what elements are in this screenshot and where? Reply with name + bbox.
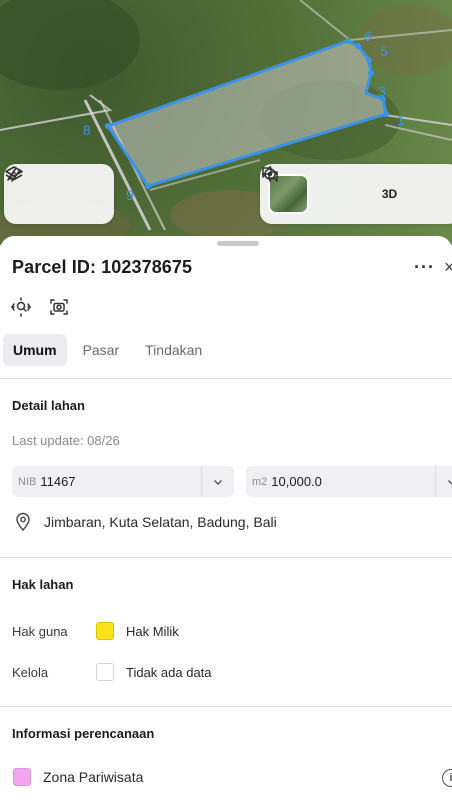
vertex-label-6: 6 bbox=[364, 28, 372, 44]
kelola-value: Tidak ada data bbox=[126, 665, 212, 680]
divider bbox=[0, 706, 452, 707]
hak-guna-swatch bbox=[96, 622, 114, 640]
measure-button[interactable] bbox=[7, 167, 103, 214]
nib-value: 11467 bbox=[40, 474, 76, 489]
zoom-to-parcel-icon bbox=[11, 297, 31, 317]
area-value: 10,000.0 bbox=[271, 474, 322, 489]
location-row: Jimbaran, Kuta Selatan, Badung, Bali bbox=[14, 512, 277, 532]
sheet-drag-handle[interactable] bbox=[217, 241, 259, 246]
chevron-down-icon bbox=[448, 479, 452, 485]
detail-lahan-heading: Detail lahan bbox=[12, 398, 85, 413]
tab-pasar[interactable]: Pasar bbox=[73, 334, 130, 366]
zoom-to-parcel-button[interactable] bbox=[10, 296, 32, 318]
compare-button[interactable] bbox=[262, 167, 452, 214]
vertex-label-5: 5 bbox=[380, 43, 388, 59]
zone-info-button[interactable]: i bbox=[442, 769, 452, 787]
camera-icon bbox=[50, 299, 68, 315]
hak-lahan-heading: Hak lahan bbox=[12, 577, 74, 592]
hak-guna-label: Hak guna bbox=[12, 624, 68, 639]
map-tools-left bbox=[4, 164, 114, 224]
parcel-title: Parcel ID: 102378675 bbox=[12, 257, 193, 277]
chevron-down-icon bbox=[214, 479, 222, 485]
vertex-label-9: 9 bbox=[126, 187, 134, 203]
screenshot-button[interactable] bbox=[48, 296, 70, 318]
vertex-label-3: 3 bbox=[378, 83, 386, 99]
location-text: Jimbaran, Kuta Selatan, Badung, Bali bbox=[44, 514, 277, 530]
zone-label: Zona Pariwisata bbox=[43, 769, 144, 785]
last-update-text: Last update: 08/26 bbox=[12, 433, 120, 448]
compare-icon bbox=[262, 167, 278, 182]
tab-tindakan[interactable]: Tindakan bbox=[135, 334, 212, 366]
divider bbox=[0, 557, 452, 558]
parcel-map[interactable]: 1 3 5 6 8 9 3D bbox=[0, 0, 452, 245]
nib-select[interactable]: NIB 11467 bbox=[12, 466, 234, 497]
3d-toggle-button[interactable]: 3D bbox=[370, 174, 409, 214]
vertex-label-8: 8 bbox=[83, 122, 91, 138]
tab-umum[interactable]: Umum bbox=[3, 334, 67, 366]
parcel-detail-sheet: Parcel ID: 102378675 ··· × Umum Pasar Ti… bbox=[0, 236, 452, 804]
informasi-perencanaan-heading: Informasi perencanaan bbox=[12, 726, 155, 741]
more-options-button[interactable]: ··· bbox=[414, 257, 435, 278]
area-select[interactable]: m2 10,000.0 bbox=[246, 466, 452, 497]
kelola-swatch bbox=[96, 663, 114, 681]
measure-icon bbox=[7, 167, 21, 182]
kelola-label: Kelola bbox=[12, 665, 49, 680]
map-tools-right: 3D bbox=[260, 164, 452, 224]
area-unit: m2 bbox=[252, 475, 268, 488]
zone-row: Zona Pariwisata bbox=[13, 768, 143, 786]
hak-guna-value: Hak Milik bbox=[126, 624, 179, 639]
nib-prefix: NIB bbox=[18, 475, 37, 488]
vertex-label-1: 1 bbox=[397, 112, 405, 128]
zone-swatch bbox=[13, 768, 31, 786]
divider bbox=[0, 378, 452, 379]
locate-button[interactable] bbox=[262, 166, 358, 214]
location-pin-icon bbox=[16, 512, 30, 532]
close-button[interactable]: × bbox=[444, 257, 452, 278]
detail-tabs: Umum Pasar Tindakan bbox=[3, 334, 218, 366]
